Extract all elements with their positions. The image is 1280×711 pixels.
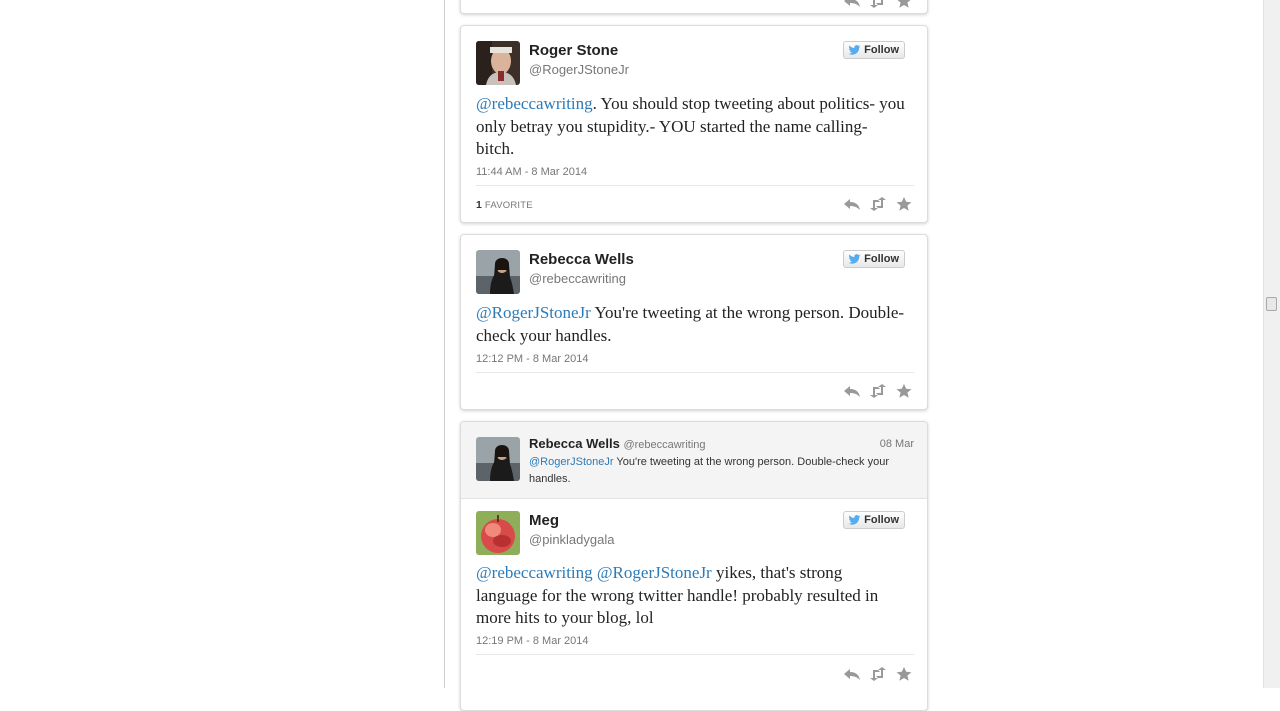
divider	[476, 185, 914, 186]
tweet-text: @rebeccawriting. You should stop tweetin…	[476, 93, 906, 161]
favorites-count[interactable]: 1 FAVORITE	[476, 199, 533, 211]
divider	[476, 654, 914, 655]
tweet-card: Rebecca Wells @rebeccawriting Follow @Ro…	[460, 234, 928, 410]
favorite-icon[interactable]	[895, 383, 913, 399]
avatar[interactable]	[476, 250, 520, 294]
tweet-timestamp[interactable]: 11:44 AM - 8 Mar 2014	[476, 166, 587, 178]
quoted-author-handle: @rebeccawriting	[623, 439, 706, 451]
tweet-text: @RogerJStoneJr You're tweeting at the wr…	[476, 302, 906, 347]
author-name[interactable]: Rebecca Wells	[529, 251, 634, 268]
reply-icon[interactable]	[843, 383, 861, 399]
tweet-actions	[843, 196, 913, 212]
reply-icon[interactable]	[843, 0, 861, 9]
vertical-scrollbar[interactable]	[1263, 0, 1280, 688]
mention-link[interactable]: @RogerJStoneJr	[597, 563, 712, 582]
twitter-bird-icon	[848, 514, 861, 525]
tweet-card-partial	[460, 0, 928, 14]
favorite-icon[interactable]	[895, 666, 913, 682]
follow-button[interactable]: Follow	[843, 511, 905, 529]
tweet-actions	[843, 666, 913, 682]
quoted-author[interactable]: Rebecca Wells @rebeccawriting	[529, 436, 706, 451]
quoted-author-name: Rebecca Wells	[529, 436, 620, 451]
mention-link[interactable]: @RogerJStoneJr	[529, 456, 614, 468]
favorites-label: FAVORITE	[484, 200, 533, 211]
tweet-text: @rebeccawriting @RogerJStoneJr yikes, th…	[476, 562, 906, 630]
twitter-bird-icon	[848, 44, 861, 55]
quoted-text: @RogerJStoneJr You're tweeting at the wr…	[529, 454, 919, 487]
retweet-icon[interactable]	[869, 666, 887, 682]
tweet-card: Roger Stone @RogerJStoneJr Follow @rebec…	[460, 25, 928, 223]
author-name[interactable]: Meg	[529, 512, 559, 529]
twitter-bird-icon	[848, 253, 861, 264]
retweet-icon[interactable]	[869, 196, 887, 212]
reply-icon[interactable]	[843, 196, 861, 212]
avatar[interactable]	[476, 41, 520, 85]
divider	[476, 372, 914, 373]
retweet-icon[interactable]	[869, 0, 887, 9]
column-divider	[444, 0, 445, 688]
mention-link[interactable]: @rebeccawriting	[476, 94, 593, 113]
quoted-date[interactable]: 08 Mar	[880, 438, 914, 450]
tweet-actions	[843, 0, 913, 9]
avatar[interactable]	[476, 437, 520, 481]
in-reply-to-tweet[interactable]: Rebecca Wells @rebeccawriting 08 Mar @Ro…	[461, 422, 927, 499]
avatar[interactable]	[476, 511, 520, 555]
author-handle[interactable]: @rebeccawriting	[529, 271, 626, 286]
mention-link[interactable]: @rebeccawriting	[476, 563, 593, 582]
follow-button[interactable]: Follow	[843, 41, 905, 59]
tweet-timestamp[interactable]: 12:19 PM - 8 Mar 2014	[476, 635, 589, 647]
follow-label: Follow	[864, 253, 899, 265]
tweet-timestamp[interactable]: 12:12 PM - 8 Mar 2014	[476, 353, 589, 365]
mention-link[interactable]: @RogerJStoneJr	[476, 303, 591, 322]
favorite-icon[interactable]	[895, 196, 913, 212]
retweet-icon[interactable]	[869, 383, 887, 399]
follow-label: Follow	[864, 514, 899, 526]
author-handle[interactable]: @RogerJStoneJr	[529, 62, 629, 77]
tweet-actions	[843, 383, 913, 399]
reply-icon[interactable]	[843, 666, 861, 682]
tweet-card: Rebecca Wells @rebeccawriting 08 Mar @Ro…	[460, 421, 928, 711]
scrollbar-thumb[interactable]	[1266, 297, 1277, 311]
favorites-number: 1	[476, 199, 483, 211]
author-handle[interactable]: @pinkladygala	[529, 532, 614, 547]
follow-button[interactable]: Follow	[843, 250, 905, 268]
favorite-icon[interactable]	[895, 0, 913, 9]
author-name[interactable]: Roger Stone	[529, 42, 618, 59]
follow-label: Follow	[864, 44, 899, 56]
